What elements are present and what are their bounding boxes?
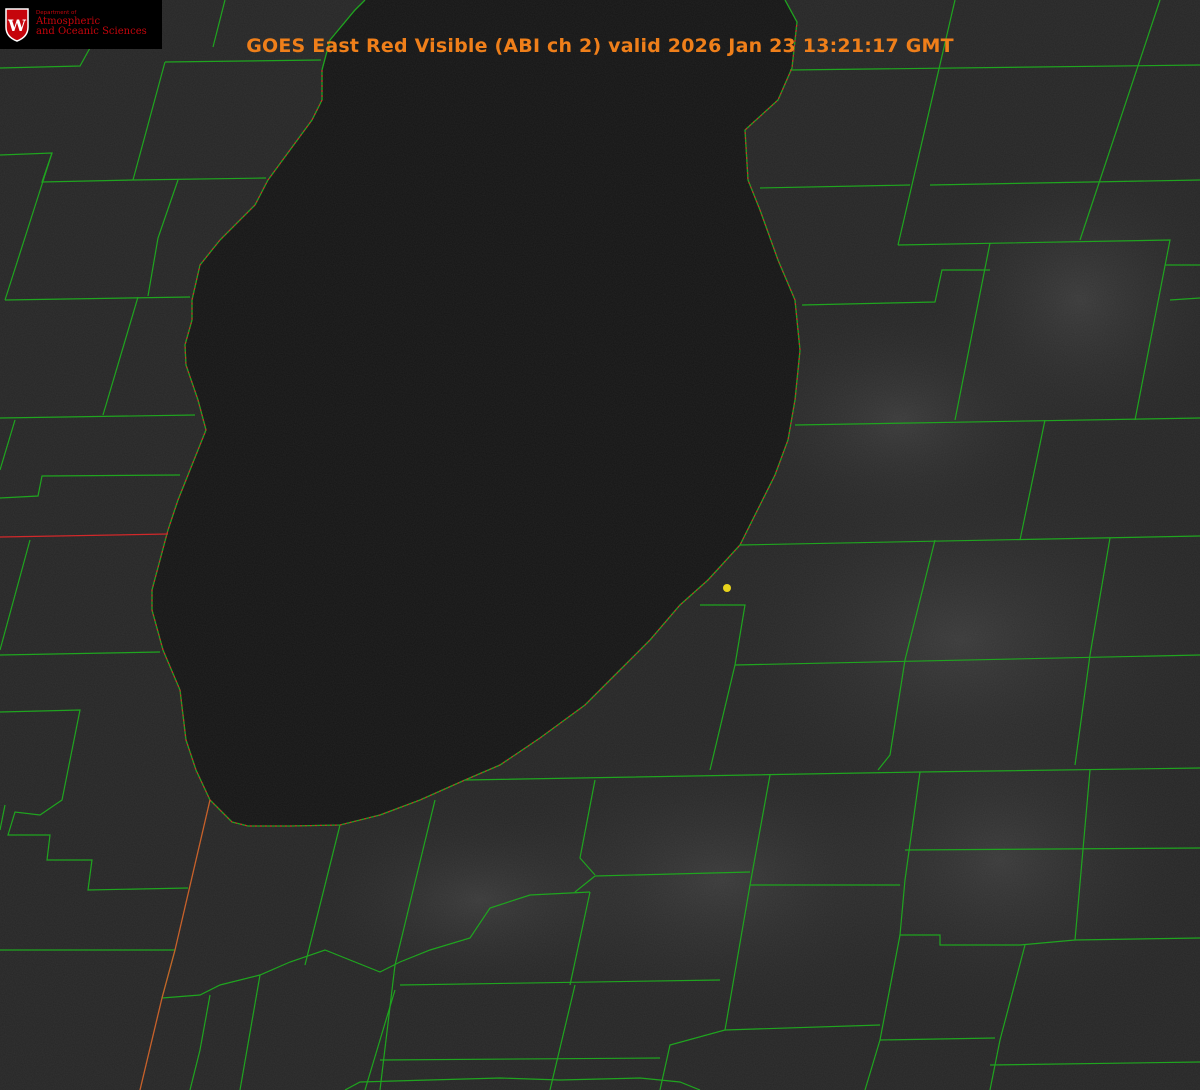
- satellite-map: [0, 0, 1200, 1090]
- logo-text: Department of Atmospheric and Oceanic Sc…: [36, 10, 147, 38]
- location-marker: [723, 584, 731, 592]
- crest-letter: W: [7, 16, 27, 35]
- image-title: GOES East Red Visible (ABI ch 2) valid 2…: [246, 35, 954, 57]
